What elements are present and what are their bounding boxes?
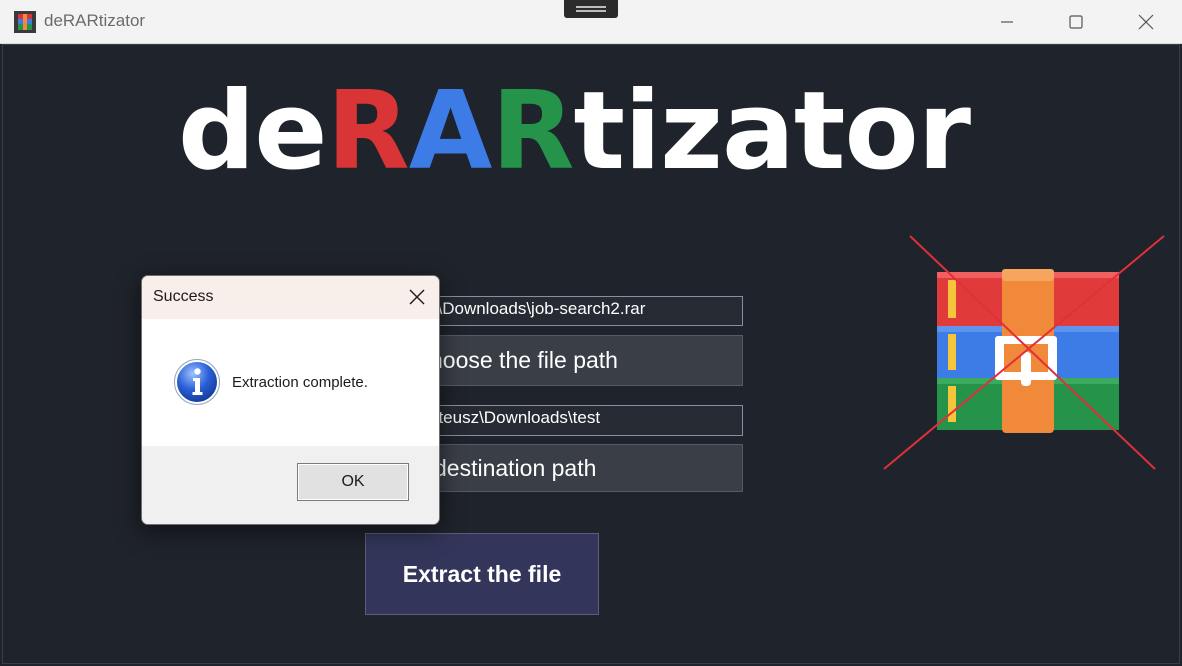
- source-path-input[interactable]: z\Downloads\job-search2.rar: [420, 296, 743, 326]
- logo-r-green: R: [491, 69, 574, 194]
- logo-a-blue: A: [408, 69, 493, 194]
- dialog-footer: OK: [142, 446, 439, 524]
- winrar-app-icon: [14, 11, 36, 33]
- logo-de: de: [178, 69, 328, 194]
- maximize-icon: [1069, 15, 1083, 29]
- choose-destination-path-label: destination path: [434, 454, 597, 481]
- title-bar: deRARtizator: [0, 0, 1182, 44]
- app-logo-title: deRARtizator: [178, 78, 971, 186]
- close-window-button[interactable]: [1111, 0, 1181, 44]
- choose-file-path-label: hoose the file path: [430, 347, 618, 373]
- close-icon: [1138, 14, 1154, 30]
- dialog-message: Extraction complete.: [232, 374, 368, 391]
- ok-label: OK: [341, 473, 365, 490]
- destination-path-input[interactable]: ateusz\Downloads\test: [420, 405, 743, 436]
- ok-button[interactable]: OK: [297, 463, 409, 501]
- logo-r-red: R: [326, 69, 410, 194]
- dialog-body: Extraction complete.: [142, 319, 439, 446]
- window-title: deRARtizator: [44, 11, 146, 30]
- dialog-title-bar: Success: [142, 276, 439, 319]
- extract-file-button[interactable]: Extract the file: [365, 533, 599, 615]
- dialog-close-icon[interactable]: [407, 287, 427, 307]
- minimize-button[interactable]: [972, 0, 1042, 44]
- maximize-button[interactable]: [1041, 0, 1111, 44]
- success-dialog: Success Extraction complete. OK: [141, 275, 440, 525]
- dialog-title: Success: [153, 288, 214, 305]
- snap-grip[interactable]: [564, 0, 618, 18]
- extract-file-label: Extract the file: [402, 560, 562, 587]
- choose-file-path-button[interactable]: hoose the file path: [420, 335, 743, 386]
- logo-tizator: tizator: [573, 69, 971, 194]
- minimize-icon: [1001, 21, 1013, 23]
- choose-destination-path-button[interactable]: destination path: [420, 444, 743, 492]
- crossed-out-winrar-logo: [883, 235, 1165, 470]
- info-icon: [174, 359, 220, 405]
